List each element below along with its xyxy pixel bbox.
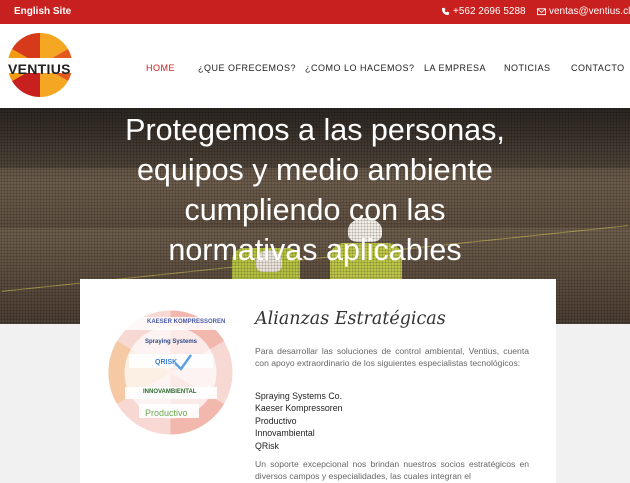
list-item: Productivo [255,415,297,426]
email-address: ventas@ventius.cl [549,6,630,17]
email-contact[interactable]: ventas@ventius.cl [537,6,630,17]
site-header: VENTIUS HOME ¿QUE OFRECEMOS? ¿COMO LO HA… [0,24,630,108]
nav-la-empresa[interactable]: LA EMPRESA [424,63,486,73]
phone-icon [441,7,450,16]
section-title: Alianzas Estratégicas [255,309,446,329]
nav-home[interactable]: HOME [146,63,175,73]
section-outro: Un soporte excepcional nos brindan nuest… [255,459,529,481]
kaeser-logo: KAESER KOMPRESSOREN [147,319,226,325]
spraying-systems-logo: Spraying Systems [145,339,198,345]
checkmark-icon [174,354,193,371]
hero-title: Protegemos a las personas, equipos y med… [125,113,505,267]
english-site-link[interactable]: English Site [14,6,71,17]
partners-logo-circle: KAESER KOMPRESSOREN Spraying Systems QRI… [107,309,234,436]
alliances-card: KAESER KOMPRESSOREN Spraying Systems QRI… [80,279,556,483]
section-intro: Para desarrollar las soluciones de contr… [255,346,529,368]
nav-que-ofrecemos[interactable]: ¿QUE OFRECEMOS? [198,63,296,73]
top-bar: English Site +562 2696 5288 ventas@venti… [0,0,630,24]
envelope-icon [537,8,546,16]
nav-como-lo-hacemos[interactable]: ¿COMO LO HACEMOS? [305,63,415,73]
nav-contacto[interactable]: CONTACTO [571,63,625,73]
main-nav: HOME ¿QUE OFRECEMOS? ¿COMO LO HACEMOS? L… [0,63,630,77]
phone-number: +562 2696 5288 [453,6,526,17]
partners-list: Spraying Systems Co. Kaeser Kompressoren… [255,390,343,452]
nav-noticias[interactable]: NOTICIAS [504,63,551,73]
innovambiental-logo: INNOVAMBIENTAL [143,389,197,395]
list-item: Innovambiental [255,428,315,439]
productivo-logo: Productivo [145,408,188,418]
list-item: Spraying Systems Co. [255,391,343,401]
list-item: Kaeser Kompressoren [255,403,343,414]
phone-contact[interactable]: +562 2696 5288 [441,6,526,17]
list-item: QRisk [255,440,279,451]
